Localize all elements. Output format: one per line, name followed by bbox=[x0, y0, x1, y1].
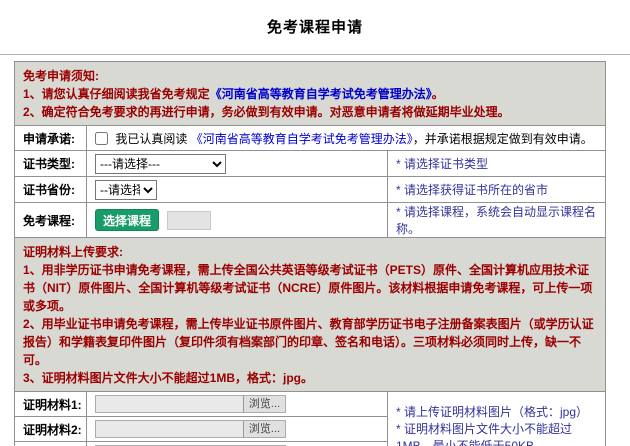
upload-notice-item-1: 1、用非学历证书申请免考课程，需上传全国公共英语等级考试证书（PETS）原件、全… bbox=[23, 261, 597, 315]
notice-line-2: 2、确定符合免考要求的再进行申请，务必做到有效申请。对恶意申请者将做延期毕业处理… bbox=[23, 103, 597, 121]
material-2-label: 证明材料2: bbox=[15, 417, 87, 442]
notice-line-1: 1、请您认真仔细阅读我省免考规定《河南省高等教育自学考试免考管理办法》。 bbox=[23, 85, 597, 103]
commitment-field: 我已认真阅读 《河南省高等教育自学考试免考管理办法》，并承诺根据规定做到有效申请… bbox=[87, 126, 606, 151]
material-2-file-input[interactable]: 浏览... bbox=[95, 420, 286, 438]
commitment-text-suffix: ，并承诺根据规定做到有效申请。 bbox=[413, 132, 593, 146]
exempt-course-label: 免考课程: bbox=[15, 203, 87, 238]
materials-hint: * 请上传证明材料图片（格式：jpg） * 证明材料图片文件大小不能超过1MB，… bbox=[388, 392, 606, 446]
material-1-file-input[interactable]: 浏览... bbox=[95, 395, 286, 413]
upload-notice-item-3: 3、证明材料图片文件大小不能超过1MB，格式：jpg。 bbox=[23, 369, 597, 387]
material-1-browse-button[interactable]: 浏览... bbox=[243, 396, 285, 412]
commitment-regulation-link[interactable]: 《河南省高等教育自学考试免考管理办法》 bbox=[191, 132, 413, 146]
application-notice: 免考申请须知: 1、请您认真仔细阅读我省免考规定《河南省高等教育自学考试免考管理… bbox=[15, 62, 606, 126]
commitment-text-prefix: 我已认真阅读 bbox=[115, 132, 190, 146]
exemption-application-page: 免考课程申请 免考申请须知: 1、请您认真仔细阅读我省免考规定《河南省高等教育自… bbox=[0, 0, 630, 446]
material-1-label: 证明材料1: bbox=[15, 392, 87, 417]
regulation-link[interactable]: 《河南省高等教育自学考试免考管理办法》 bbox=[210, 87, 432, 101]
commitment-label: 申请承诺: bbox=[15, 126, 87, 151]
cert-type-hint: * 请选择证书类型 bbox=[388, 151, 606, 177]
material-2-file-path bbox=[96, 421, 243, 437]
upload-requirements-notice: 证明材料上传要求: 1、用非学历证书申请免考课程，需上传全国公共英语等级考试证书… bbox=[15, 238, 606, 392]
commitment-checkbox[interactable] bbox=[95, 132, 108, 145]
exempt-course-hint: * 请选择课程，系统会自动显示课程名称。 bbox=[388, 203, 606, 238]
choose-course-button[interactable]: 选择课程 bbox=[95, 209, 159, 231]
upload-notice-heading: 证明材料上传要求: bbox=[23, 243, 597, 261]
application-form-table: 免考申请须知: 1、请您认真仔细阅读我省免考规定《河南省高等教育自学考试免考管理… bbox=[14, 61, 606, 446]
course-code-box bbox=[167, 211, 211, 230]
page-title: 免考课程申请 bbox=[0, 0, 630, 37]
material-2-browse-button[interactable]: 浏览... bbox=[243, 421, 285, 437]
title-divider bbox=[0, 54, 630, 55]
cert-province-hint: * 请选择获得证书所在的省市 bbox=[388, 177, 606, 203]
materials-hint-line-1: * 请上传证明材料图片（格式：jpg） bbox=[396, 404, 601, 421]
cert-province-select[interactable]: --请选择-- bbox=[95, 180, 157, 200]
notice-heading: 免考申请须知: bbox=[23, 67, 597, 85]
cert-province-label: 证书省份: bbox=[15, 177, 87, 203]
material-3-label: 证明材料3: bbox=[15, 442, 87, 446]
upload-notice-item-2: 2、用毕业证书申请免考课程，需上传毕业证书原件图片、教育部学历证书电子注册备案表… bbox=[23, 315, 597, 369]
materials-hint-line-2: * 证明材料图片文件大小不能超过1MB，最小不能低于50KB。 bbox=[396, 421, 601, 446]
material-1-file-path bbox=[96, 396, 243, 412]
cert-type-select[interactable]: ---请选择--- bbox=[95, 154, 226, 174]
cert-type-label: 证书类型: bbox=[15, 151, 87, 177]
